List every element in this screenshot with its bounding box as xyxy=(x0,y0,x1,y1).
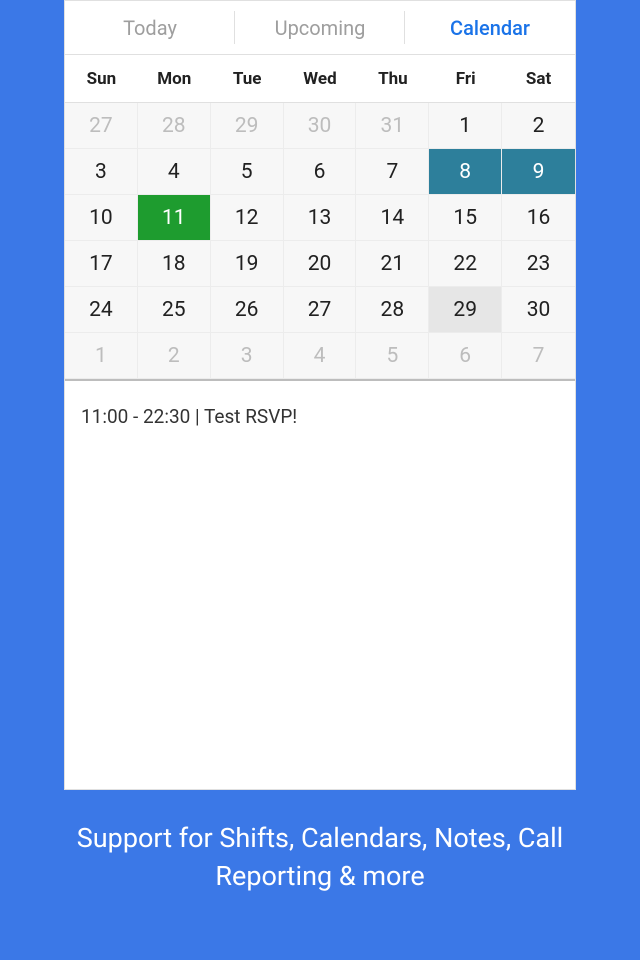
day-cell[interactable]: 23 xyxy=(502,241,575,287)
day-cell[interactable]: 28 xyxy=(138,103,211,149)
day-cell[interactable]: 1 xyxy=(429,103,502,149)
day-cell[interactable]: 16 xyxy=(502,195,575,241)
day-cell[interactable]: 12 xyxy=(211,195,284,241)
day-cell[interactable]: 11 xyxy=(138,195,211,241)
day-cell[interactable]: 27 xyxy=(284,287,357,333)
day-cell[interactable]: 7 xyxy=(502,333,575,379)
app-card: Today Upcoming Calendar SunMonTueWedThuF… xyxy=(64,0,576,790)
day-cell[interactable]: 14 xyxy=(356,195,429,241)
day-cell[interactable]: 26 xyxy=(211,287,284,333)
day-cell[interactable]: 29 xyxy=(211,103,284,149)
day-cell[interactable]: 29 xyxy=(429,287,502,333)
day-cell[interactable]: 30 xyxy=(502,287,575,333)
day-cell[interactable]: 8 xyxy=(429,149,502,195)
day-cell[interactable]: 15 xyxy=(429,195,502,241)
day-cell[interactable]: 3 xyxy=(211,333,284,379)
day-cell[interactable]: 1 xyxy=(65,333,138,379)
day-cell[interactable]: 4 xyxy=(284,333,357,379)
day-cell[interactable]: 3 xyxy=(65,149,138,195)
day-cell[interactable]: 28 xyxy=(356,287,429,333)
day-cell[interactable]: 24 xyxy=(65,287,138,333)
event-item[interactable]: 11:00 - 22:30 | Test RSVP! xyxy=(81,405,559,428)
day-cell[interactable]: 6 xyxy=(284,149,357,195)
day-cell[interactable]: 20 xyxy=(284,241,357,287)
tab-today[interactable]: Today xyxy=(65,1,235,54)
day-cell[interactable]: 19 xyxy=(211,241,284,287)
day-cell[interactable]: 30 xyxy=(284,103,357,149)
day-cell[interactable]: 4 xyxy=(138,149,211,195)
day-header: Wed xyxy=(284,55,357,103)
tab-bar: Today Upcoming Calendar xyxy=(65,1,575,55)
day-cell[interactable]: 27 xyxy=(65,103,138,149)
day-cell[interactable]: 31 xyxy=(356,103,429,149)
day-cell[interactable]: 2 xyxy=(138,333,211,379)
day-cell[interactable]: 25 xyxy=(138,287,211,333)
day-header: Tue xyxy=(211,55,284,103)
day-header: Sun xyxy=(65,55,138,103)
day-cell[interactable]: 5 xyxy=(356,333,429,379)
day-cell[interactable]: 13 xyxy=(284,195,357,241)
day-cell[interactable]: 22 xyxy=(429,241,502,287)
day-cell[interactable]: 9 xyxy=(502,149,575,195)
tab-calendar[interactable]: Calendar xyxy=(405,1,575,54)
day-cell[interactable]: 17 xyxy=(65,241,138,287)
day-cell[interactable]: 6 xyxy=(429,333,502,379)
day-cell[interactable]: 21 xyxy=(356,241,429,287)
day-cell[interactable]: 7 xyxy=(356,149,429,195)
day-header: Sat xyxy=(502,55,575,103)
day-cell[interactable]: 10 xyxy=(65,195,138,241)
day-cell[interactable]: 18 xyxy=(138,241,211,287)
marketing-caption: Support for Shifts, Calendars, Notes, Ca… xyxy=(0,820,640,896)
day-header: Mon xyxy=(138,55,211,103)
calendar-grid: SunMonTueWedThuFriSat2728293031123456789… xyxy=(65,55,575,381)
tab-upcoming[interactable]: Upcoming xyxy=(235,1,405,54)
day-cell[interactable]: 5 xyxy=(211,149,284,195)
day-cell[interactable]: 2 xyxy=(502,103,575,149)
event-list: 11:00 - 22:30 | Test RSVP! xyxy=(65,381,575,789)
day-header: Thu xyxy=(356,55,429,103)
day-header: Fri xyxy=(429,55,502,103)
